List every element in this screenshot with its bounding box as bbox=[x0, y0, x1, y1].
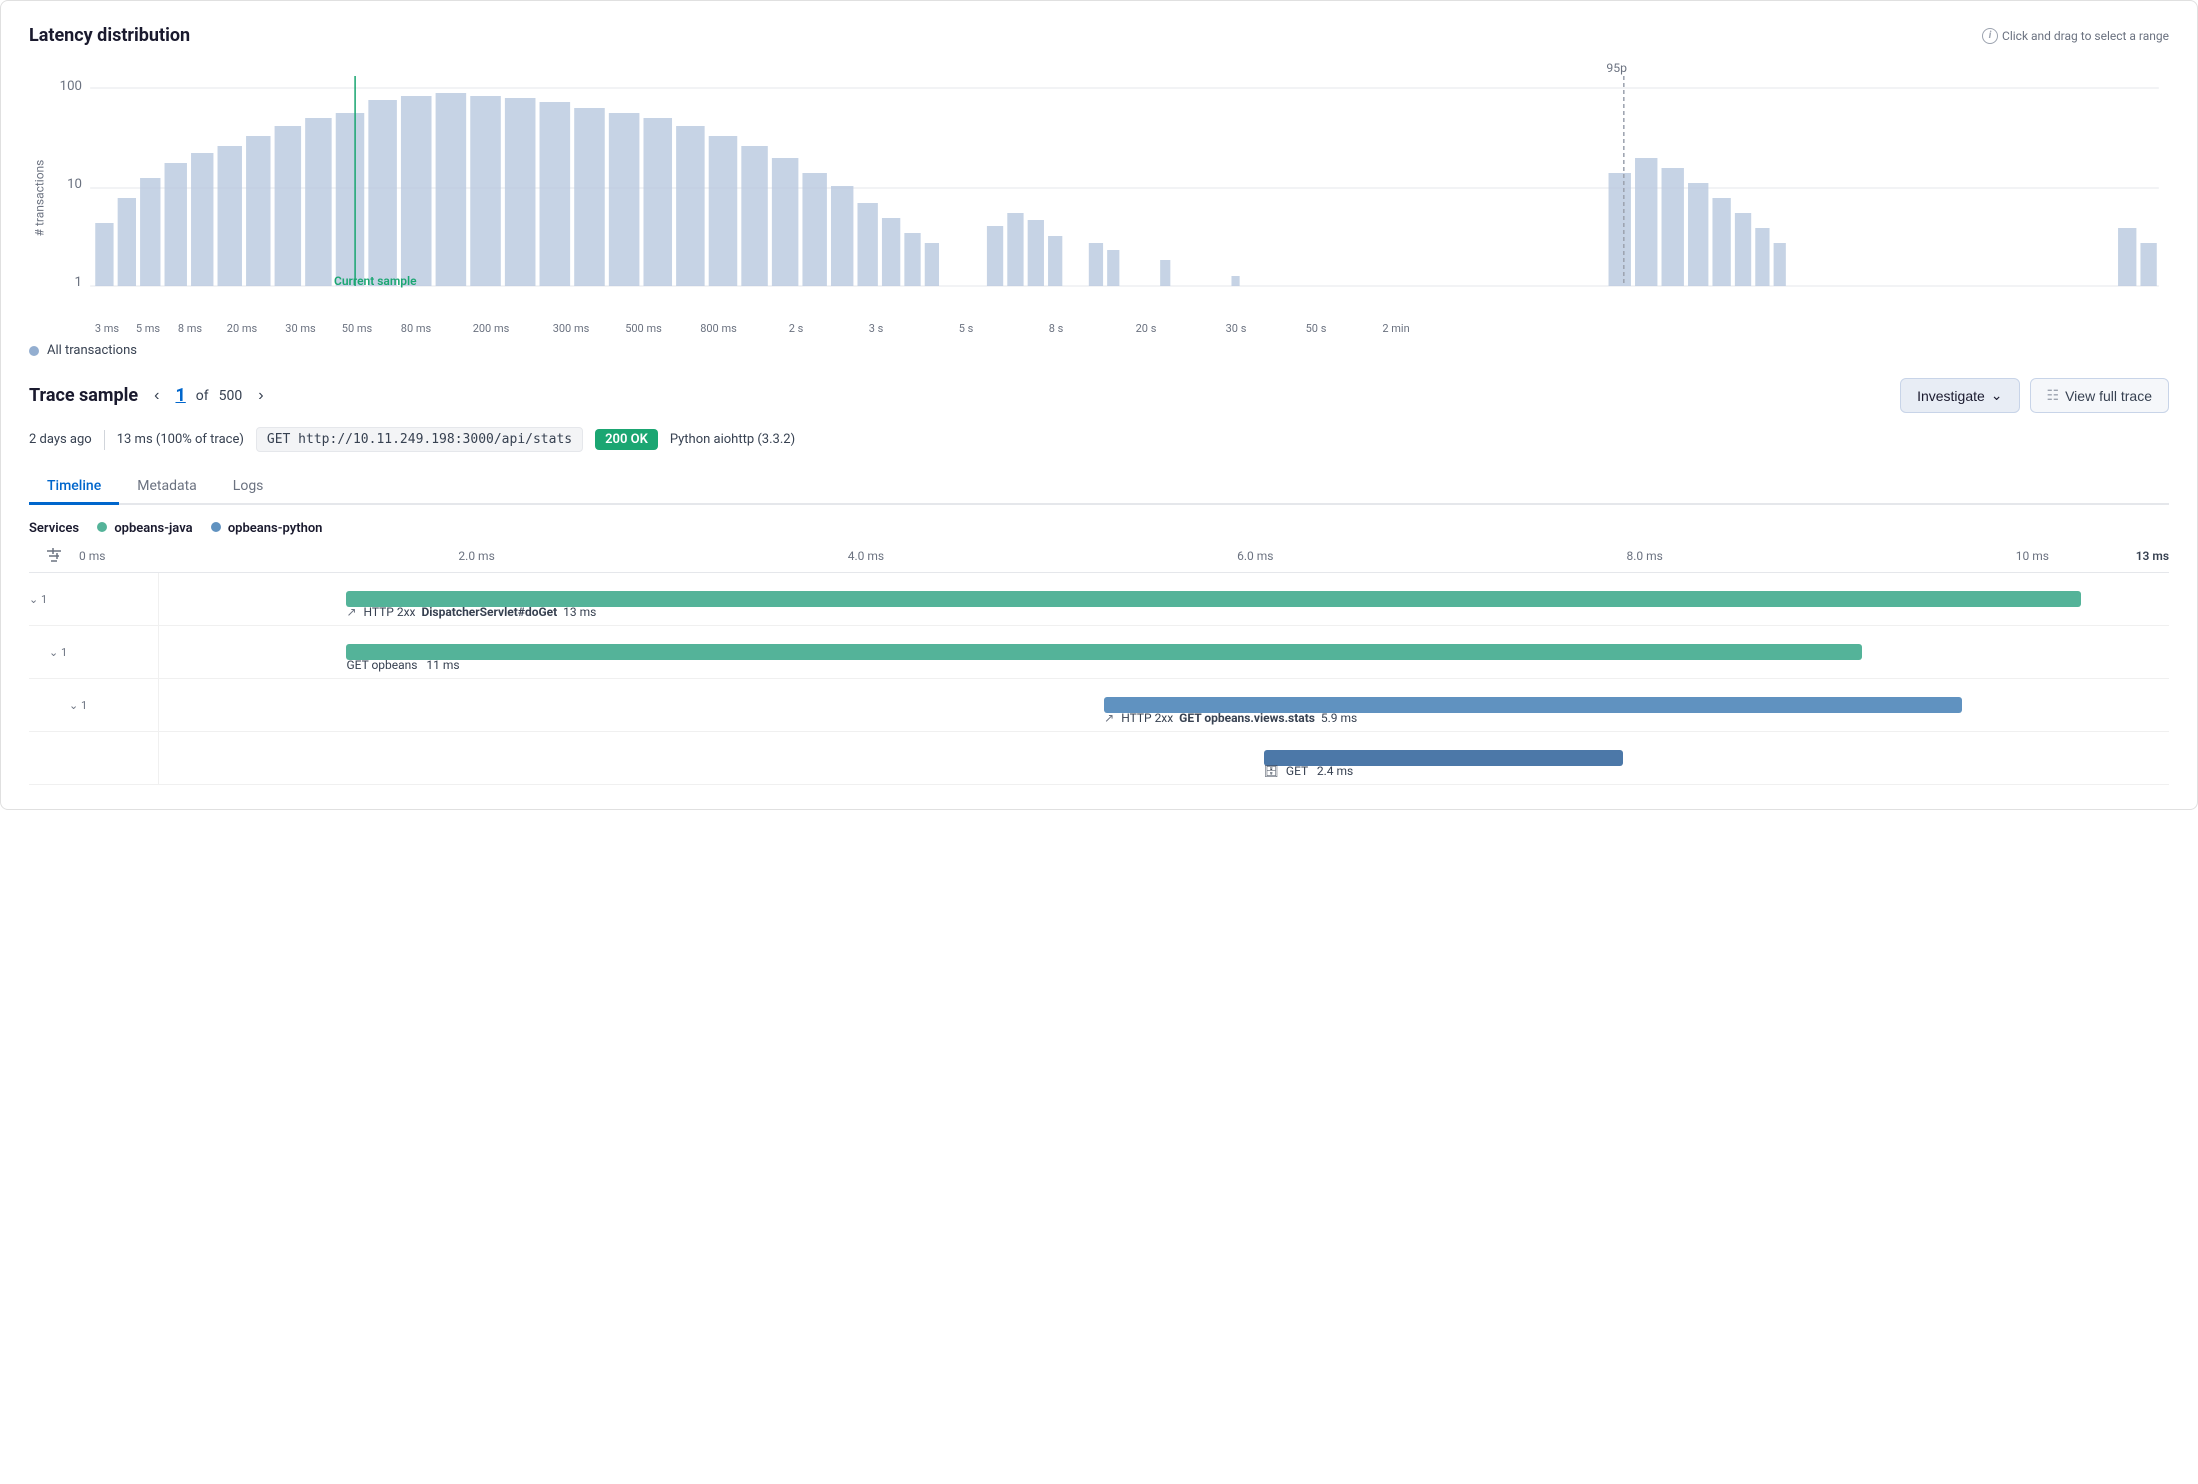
table-row[interactable]: ⌄ 1 ↗ HTTP 2xx DispatcherServlet#doGet 1… bbox=[29, 573, 2169, 626]
total-samples: 500 bbox=[219, 388, 243, 404]
current-sample-number[interactable]: 1 bbox=[175, 385, 185, 406]
http-icon-1: ↗ bbox=[346, 605, 356, 619]
document-icon: ☷ bbox=[2047, 387, 2060, 404]
scale-6ms: 6.0 ms bbox=[1237, 549, 1273, 563]
trace-service: Python aiohttp (3.3.2) bbox=[670, 432, 795, 447]
tab-metadata[interactable]: Metadata bbox=[119, 470, 215, 505]
trace-row-left-2: ⌄ 1 bbox=[29, 626, 159, 678]
trace-bar-1 bbox=[346, 591, 2081, 607]
info-icon: i bbox=[1982, 28, 1998, 44]
trace-bar-2 bbox=[346, 644, 1861, 660]
tabs: Timeline Metadata Logs bbox=[29, 470, 2169, 505]
trace-row-left-3: ⌄ 1 bbox=[29, 679, 159, 731]
trace-row-left-1: ⌄ 1 bbox=[29, 573, 159, 625]
trace-bar-area-4: 🗄 GET 2.4 ms bbox=[159, 732, 2169, 784]
service-dot-python bbox=[211, 522, 221, 532]
chevron-down-icon: ⌄ bbox=[1991, 387, 2003, 404]
table-row[interactable]: ⌄ 1 GET opbeans 11 ms bbox=[29, 626, 2169, 679]
timeline-header: 0 ms 2.0 ms 4.0 ms 6.0 ms 8.0 ms 10 ms 1… bbox=[29, 546, 2169, 573]
http-icon-2: ↗ bbox=[1104, 711, 1114, 725]
scale-8ms: 8.0 ms bbox=[1626, 549, 1662, 563]
services-row: Services opbeans-java opbeans-python bbox=[29, 521, 2169, 536]
collapse-btn-3[interactable]: ⌄ 1 bbox=[69, 699, 87, 712]
svg-text:95p: 95p bbox=[1606, 61, 1627, 75]
view-full-trace-button[interactable]: ☷ View full trace bbox=[2030, 378, 2169, 413]
scale-4ms: 4.0 ms bbox=[848, 549, 884, 563]
trace-bar-area-2: GET opbeans 11 ms bbox=[159, 626, 2169, 678]
of-label: of bbox=[196, 388, 209, 404]
svg-text:# transactions: # transactions bbox=[32, 160, 46, 237]
collapse-btn-2[interactable]: ⌄ 1 bbox=[49, 646, 67, 659]
service-dot-java bbox=[97, 522, 107, 532]
next-sample-button[interactable]: › bbox=[252, 385, 269, 407]
scale-2ms: 2.0 ms bbox=[458, 549, 494, 563]
trace-bar-area-1: ↗ HTTP 2xx DispatcherServlet#doGet 13 ms bbox=[159, 573, 2169, 625]
chart-hint: i Click and drag to select a range bbox=[1982, 28, 2169, 44]
current-sample-label: Current sample bbox=[334, 274, 417, 288]
scale-0ms: 0 ms bbox=[79, 549, 105, 563]
legend-label: All transactions bbox=[47, 343, 137, 358]
trace-row-left-4 bbox=[29, 732, 159, 784]
prev-sample-button[interactable]: ‹ bbox=[148, 385, 165, 407]
legend-dot bbox=[29, 346, 39, 356]
timeline-scale: 0 ms 2.0 ms 4.0 ms 6.0 ms 8.0 ms 10 ms bbox=[79, 549, 2109, 563]
tab-timeline[interactable]: Timeline bbox=[29, 470, 119, 505]
investigate-button[interactable]: Investigate ⌄ bbox=[1900, 378, 2019, 413]
trace-label-4: 🗄 GET 2.4 ms bbox=[1264, 764, 1354, 778]
trace-bar-area-3: ↗ HTTP 2xx GET opbeans.views.stats 5.9 m… bbox=[159, 679, 2169, 731]
table-row[interactable]: 🗄 GET 2.4 ms bbox=[29, 732, 2169, 785]
svg-text:1: 1 bbox=[75, 275, 82, 290]
x-axis: 3 ms 5 ms 8 ms 20 ms 30 ms 50 ms 80 ms 2… bbox=[87, 322, 2169, 335]
trace-label-3: ↗ HTTP 2xx GET opbeans.views.stats 5.9 m… bbox=[1104, 711, 1357, 725]
trace-sample-title: Trace sample ‹ 1 of 500 › bbox=[29, 385, 270, 407]
filter-icon[interactable] bbox=[29, 546, 79, 566]
tab-logs[interactable]: Logs bbox=[215, 470, 282, 505]
trace-label-1: ↗ HTTP 2xx DispatcherServlet#doGet 13 ms bbox=[346, 605, 596, 619]
svg-text:10: 10 bbox=[67, 177, 82, 192]
trace-label-2: GET opbeans 11 ms bbox=[346, 658, 459, 672]
trace-info: 2 days ago 13 ms (100% of trace) GET htt… bbox=[29, 427, 2169, 452]
table-row[interactable]: ⌄ 1 ↗ HTTP 2xx GET opbeans.views.stats 5… bbox=[29, 679, 2169, 732]
collapse-btn-1[interactable]: ⌄ 1 bbox=[29, 593, 47, 606]
chart-legend: All transactions bbox=[29, 343, 2169, 358]
service-java-label: opbeans-java bbox=[114, 521, 192, 536]
service-python-label: opbeans-python bbox=[228, 521, 323, 536]
scale-10ms: 10 ms bbox=[2016, 549, 2049, 563]
chart-title: Latency distribution bbox=[29, 25, 190, 46]
timeline-end: 13 ms bbox=[2109, 549, 2169, 563]
trace-duration: 13 ms (100% of trace) bbox=[117, 432, 244, 447]
svg-text:100: 100 bbox=[60, 79, 82, 94]
trace-status: 200 OK bbox=[595, 429, 658, 450]
trace-url[interactable]: GET http://10.11.249.198:3000/api/stats bbox=[256, 427, 583, 452]
db-icon: 🗄 bbox=[1264, 764, 1279, 778]
trace-timestamp: 2 days ago bbox=[29, 432, 92, 447]
